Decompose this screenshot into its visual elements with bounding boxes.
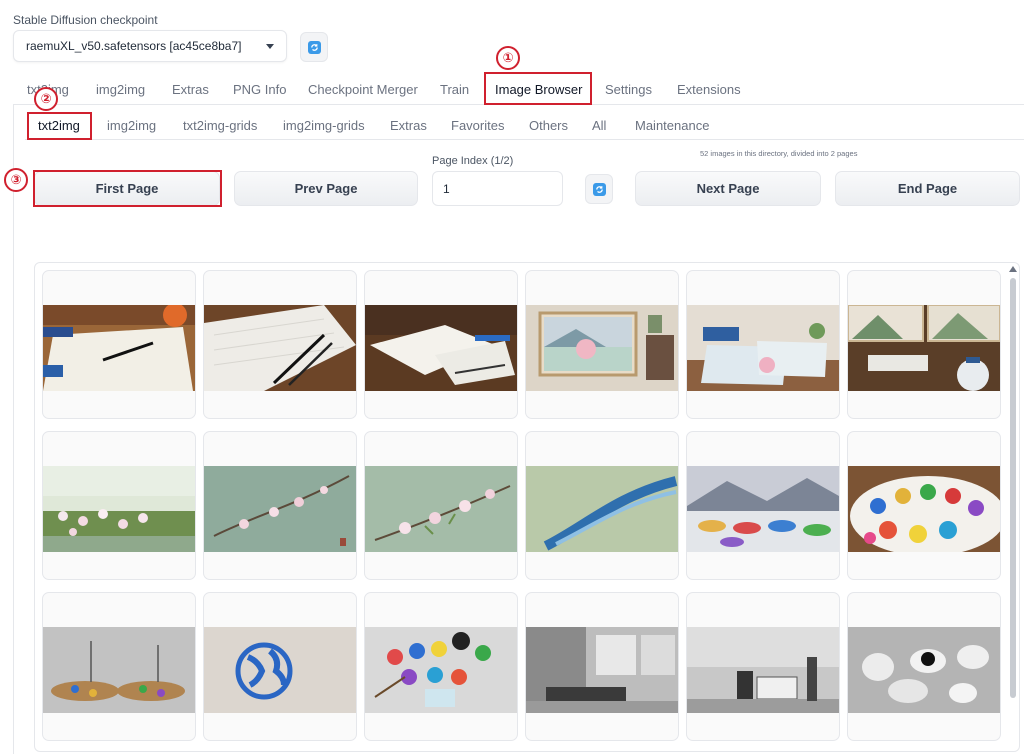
thumbnail-image[interactable] [526, 627, 678, 713]
gallery-card[interactable] [525, 270, 679, 419]
subtab-all[interactable]: All [592, 114, 606, 138]
gallery-scrollbar[interactable] [1009, 266, 1017, 752]
tab-extensions[interactable]: Extensions [677, 76, 741, 104]
refresh-page-button[interactable] [585, 174, 613, 204]
gallery-card[interactable] [42, 270, 196, 419]
subtab-maintenance[interactable]: Maintenance [635, 114, 709, 138]
thumbnail-image[interactable] [848, 466, 1000, 552]
checkpoint-dropdown[interactable]: raemuXL_v50.safetensors [ac45ce8ba7] [13, 30, 287, 62]
thumbnail-image[interactable] [204, 466, 356, 552]
thumbnail-image[interactable] [43, 627, 195, 713]
gallery-card[interactable] [686, 270, 840, 419]
gallery-card[interactable] [686, 592, 840, 741]
thumbnail-image[interactable] [204, 305, 356, 391]
thumbnail-image[interactable] [848, 627, 1000, 713]
gallery-card[interactable] [525, 592, 679, 741]
annotation-box-image-browser [484, 72, 592, 105]
thumbnail-image[interactable] [43, 305, 195, 391]
annotation-box-first-page [33, 170, 222, 207]
thumbnail-image[interactable] [365, 627, 517, 713]
subtab-txt2img-grids[interactable]: txt2img-grids [183, 114, 257, 138]
gallery-card[interactable] [847, 431, 1001, 580]
subtab-others[interactable]: Others [529, 114, 568, 138]
scroll-up-arrow-icon[interactable] [1009, 266, 1017, 272]
gallery-card[interactable] [847, 270, 1001, 419]
subtab-extras[interactable]: Extras [390, 114, 427, 138]
tab-checkpoint-merger[interactable]: Checkpoint Merger [308, 76, 418, 104]
thumbnail-image[interactable] [365, 305, 517, 391]
gallery-card[interactable] [847, 592, 1001, 741]
refresh-icon [592, 182, 606, 196]
checkpoint-value: raemuXL_v50.safetensors [ac45ce8ba7] [26, 39, 242, 53]
annotation-number-3: ③ [4, 168, 28, 192]
thumbnail-image[interactable] [526, 466, 678, 552]
thumbnail-image[interactable] [365, 466, 517, 552]
page-index-input[interactable]: 1 [432, 171, 563, 206]
thumbnail-image[interactable] [526, 305, 678, 391]
gallery-card[interactable] [525, 431, 679, 580]
tab-img2img[interactable]: img2img [96, 76, 145, 104]
tab-extras[interactable]: Extras [172, 76, 209, 104]
refresh-checkpoint-button[interactable] [300, 32, 328, 62]
end-page-button[interactable]: End Page [835, 171, 1020, 206]
tab-train[interactable]: Train [440, 76, 469, 104]
subtab-favorites[interactable]: Favorites [451, 114, 504, 138]
subtab-img2img-grids[interactable]: img2img-grids [283, 114, 365, 138]
annotation-number-2: ② [34, 87, 58, 111]
thumbnail-image[interactable] [848, 305, 1000, 391]
subtab-divider [25, 139, 1024, 140]
thumbnail-image[interactable] [687, 305, 839, 391]
gallery-card[interactable] [42, 431, 196, 580]
gallery-card[interactable] [203, 270, 357, 419]
prev-page-button[interactable]: Prev Page [234, 171, 418, 206]
tab-png-info[interactable]: PNG Info [233, 76, 286, 104]
chevron-down-icon [266, 43, 274, 49]
gallery-card[interactable] [203, 431, 357, 580]
scrollbar-thumb[interactable] [1010, 278, 1016, 698]
checkpoint-label: Stable Diffusion checkpoint [13, 13, 158, 27]
thumbnail-image[interactable] [43, 466, 195, 552]
thumbnail-image[interactable] [204, 627, 356, 713]
annotation-number-1: ① [496, 46, 520, 70]
subtab-img2img[interactable]: img2img [107, 114, 156, 138]
gallery-card[interactable] [203, 592, 357, 741]
tab-settings[interactable]: Settings [605, 76, 652, 104]
thumbnail-image[interactable] [687, 466, 839, 552]
image-gallery [34, 262, 1020, 752]
gallery-card[interactable] [364, 592, 518, 741]
refresh-icon [307, 40, 321, 54]
gallery-card[interactable] [364, 270, 518, 419]
annotation-box-txt2img [27, 112, 92, 140]
page-index-label: Page Index (1/2) [432, 155, 514, 167]
thumbnail-image[interactable] [687, 627, 839, 713]
image-count-info: 52 images in this directory, divided int… [700, 149, 858, 158]
gallery-card[interactable] [42, 592, 196, 741]
next-page-button[interactable]: Next Page [635, 171, 821, 206]
gallery-card[interactable] [686, 431, 840, 580]
gallery-card[interactable] [364, 431, 518, 580]
